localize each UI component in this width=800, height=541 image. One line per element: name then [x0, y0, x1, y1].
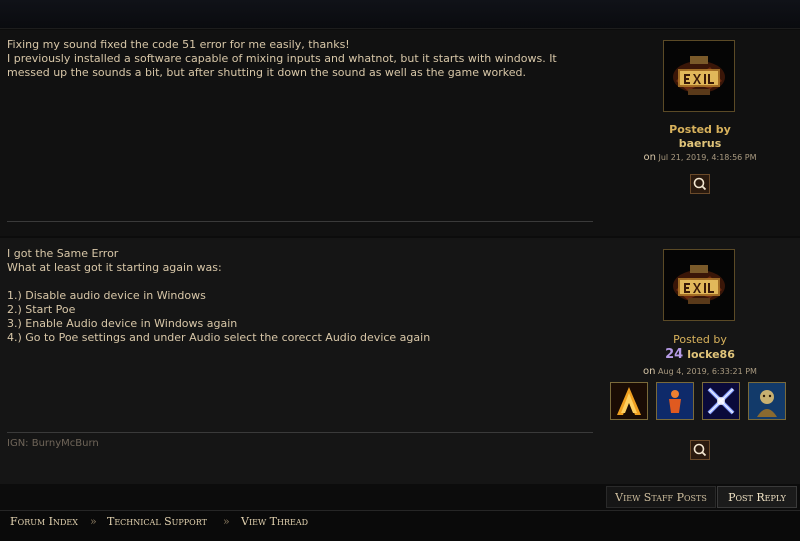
post-body: Fixing my sound fixed the code 51 error …	[7, 38, 557, 79]
supporter-badge-portrait-icon[interactable]	[748, 382, 786, 420]
top-bar	[0, 0, 800, 29]
post-date: Aug 4, 2019, 6:33:21 PM	[658, 367, 757, 376]
author-name[interactable]: baerus	[620, 137, 780, 150]
post-date: Jul 21, 2019, 4:18:56 PM	[658, 153, 757, 162]
breadcrumb-separator: »	[223, 515, 230, 528]
breadcrumb-forum-index[interactable]: Forum Index	[10, 515, 78, 528]
forum-post: Fixing my sound fixed the code 51 error …	[0, 30, 800, 236]
breadcrumb: Forum Index » Technical Support » View T…	[0, 510, 800, 541]
supporter-badge-figure-icon[interactable]	[656, 382, 694, 420]
quote-search-icon	[693, 443, 707, 457]
supporter-badge-x-icon[interactable]	[702, 382, 740, 420]
view-staff-posts-button[interactable]: View Staff Posts	[606, 486, 716, 508]
signature-divider	[7, 432, 593, 433]
author-avatar[interactable]	[663, 249, 735, 321]
signature-divider	[7, 221, 593, 222]
author-avatar[interactable]	[663, 40, 735, 112]
path-of-exile-logo-icon	[664, 41, 734, 111]
level-badge: 24	[665, 347, 684, 362]
author-line: 24 locke86	[620, 347, 780, 362]
on-label: on	[643, 152, 656, 163]
posted-by-label: Posted by	[669, 123, 731, 136]
quote-button[interactable]	[690, 440, 710, 460]
breadcrumb-view-thread: View Thread	[241, 515, 309, 528]
on-label: on	[643, 366, 656, 377]
forum-post: I got the Same Error What at least got i…	[0, 238, 800, 484]
ign-signature: IGN: BurnyMcBurn	[7, 438, 99, 449]
posted-by-label: Posted by	[673, 333, 727, 346]
supporter-badge-a-icon[interactable]	[610, 382, 648, 420]
quote-search-icon	[693, 177, 707, 191]
breadcrumb-technical-support[interactable]: Technical Support	[107, 515, 207, 528]
author-name[interactable]: locke86	[687, 348, 735, 361]
post-body: I got the Same Error What at least got i…	[7, 247, 431, 344]
quote-button[interactable]	[690, 174, 710, 194]
post-date-line: on Aug 4, 2019, 6:33:21 PM	[600, 366, 800, 377]
breadcrumb-separator: »	[90, 515, 97, 528]
post-date-line: on Jul 21, 2019, 4:18:56 PM	[600, 152, 800, 163]
path-of-exile-logo-icon	[664, 250, 734, 320]
thread-action-bar: View Staff Posts Post Reply	[0, 486, 800, 508]
post-reply-button[interactable]: Post Reply	[717, 486, 797, 508]
supporter-badges	[610, 382, 790, 424]
